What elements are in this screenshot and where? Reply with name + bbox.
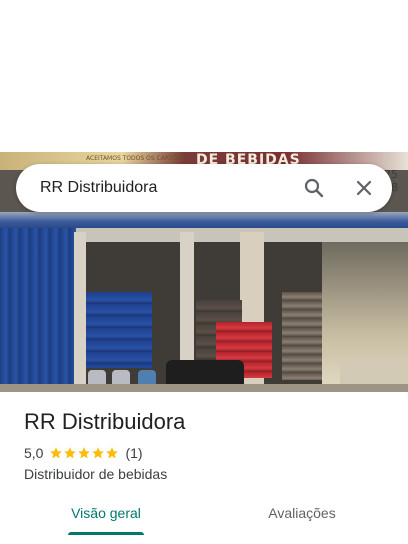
rating-row[interactable]: 5,0 (1): [24, 443, 143, 463]
star-icon: [78, 447, 91, 459]
blue-door: [0, 228, 76, 392]
star-icon: [64, 447, 77, 459]
pillar: [74, 232, 86, 392]
search-bar[interactable]: RR Distribuidora: [16, 164, 392, 212]
map-blank-area: [0, 0, 408, 152]
blue-crates: [86, 292, 152, 368]
store-sign-small-text: ACEITAMOS TODOS OS CARTÕES: [86, 155, 185, 162]
search-input[interactable]: RR Distribuidora: [40, 164, 157, 212]
star-icon: [50, 447, 63, 459]
place-category: Distribuidor de bebidas: [24, 466, 168, 482]
search-icon[interactable]: [302, 176, 326, 200]
review-count[interactable]: (1): [125, 445, 142, 461]
rating-stars: [49, 446, 119, 460]
place-tabs: Visão geral Avaliações: [0, 494, 408, 536]
place-title: RR Distribuidora: [24, 409, 186, 434]
close-icon[interactable]: [352, 176, 376, 200]
floor: [0, 384, 408, 392]
rating-value: 5,0: [24, 445, 44, 461]
star-icon: [92, 447, 105, 459]
tab-overview[interactable]: Visão geral: [64, 494, 148, 536]
tab-reviews[interactable]: Avaliações: [256, 494, 348, 536]
tab-selected-indicator: [68, 532, 144, 535]
star-icon: [106, 447, 119, 459]
drinks-shelf: [282, 292, 322, 380]
awning: [0, 212, 408, 228]
